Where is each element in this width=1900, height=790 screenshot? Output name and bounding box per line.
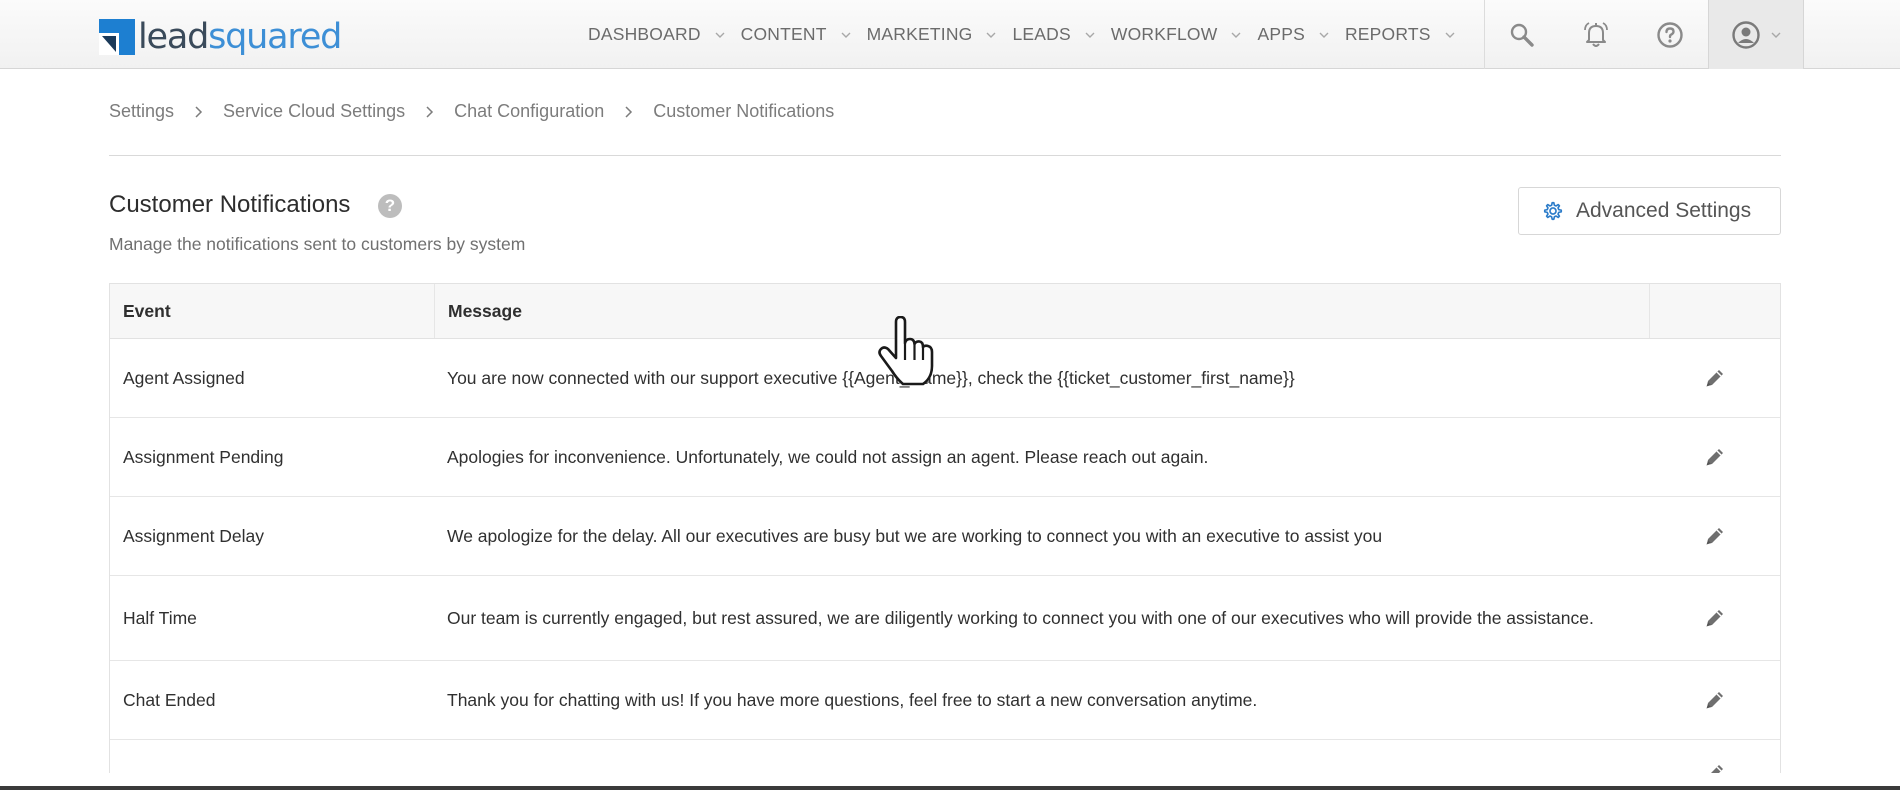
- logo-text-lead: lead: [138, 17, 209, 57]
- user-avatar-icon: [1732, 20, 1760, 49]
- help-icon: [1656, 21, 1683, 48]
- chevron-down-icon: [841, 32, 851, 38]
- message-cell: We apologize for the delay. All our exec…: [447, 526, 1383, 546]
- nav-label: APPS: [1257, 24, 1305, 44]
- chevron-down-icon: [1771, 32, 1781, 38]
- actions-cell: [1649, 661, 1780, 739]
- advanced-settings-button[interactable]: Advanced Settings: [1518, 187, 1781, 235]
- nav-leads[interactable]: LEADS: [1012, 0, 1095, 69]
- breadcrumb-service-cloud-settings[interactable]: Service Cloud Settings: [223, 101, 405, 122]
- notifications-button[interactable]: [1559, 0, 1633, 69]
- actions-cell: [1649, 740, 1780, 773]
- breadcrumb-settings[interactable]: Settings: [109, 101, 174, 122]
- pencil-icon: [1706, 370, 1723, 387]
- page-subtitle: Manage the notifications sent to custome…: [109, 234, 526, 254]
- window-bottom-edge: [0, 786, 1900, 790]
- nav-workflow[interactable]: WORKFLOW: [1111, 0, 1242, 69]
- table-row: [110, 740, 1780, 773]
- nav-marketing[interactable]: MARKETING: [867, 0, 997, 69]
- nav-label: LEADS: [1012, 24, 1071, 44]
- nav-label: WORKFLOW: [1110, 24, 1218, 44]
- chevron-down-icon: [1231, 32, 1241, 38]
- nav-dashboard[interactable]: DASHBOARD: [588, 0, 725, 69]
- message-cell: You are now connected with our support e…: [447, 368, 1295, 388]
- edit-button[interactable]: [1700, 603, 1730, 633]
- top-navigation-bar: leadsquared DASHBOARD CONTENT MARKETING …: [0, 0, 1900, 69]
- breadcrumb-chat-configuration[interactable]: Chat Configuration: [454, 101, 604, 122]
- chevron-down-icon: [1319, 32, 1329, 38]
- nav-label: DASHBOARD: [588, 24, 701, 44]
- event-cell: Assignment Delay: [123, 526, 265, 546]
- pencil-icon: [1710, 765, 1723, 773]
- table-row: Half Time Our team is currently engaged,…: [110, 576, 1780, 661]
- nav-label: MARKETING: [866, 24, 973, 44]
- edit-button[interactable]: [1700, 685, 1730, 715]
- breadcrumb-customer-notifications: Customer Notifications: [653, 101, 835, 121]
- table-row: Assignment Delay We apologize for the de…: [110, 497, 1780, 576]
- nav-content[interactable]: CONTENT: [741, 0, 851, 69]
- message-cell: [434, 740, 1649, 773]
- pencil-icon: [1706, 449, 1723, 466]
- edit-button[interactable]: [1700, 758, 1730, 773]
- chevron-down-icon: [1085, 32, 1095, 38]
- column-header-message: Message: [434, 284, 1649, 338]
- chevron-right-icon: [426, 105, 434, 118]
- message-cell: Our team is currently engaged, but rest …: [447, 608, 1594, 628]
- search-icon: [1510, 23, 1534, 47]
- logo-text-squared: squared: [208, 17, 342, 57]
- event-cell: Agent Assigned: [123, 368, 245, 388]
- table-row: Chat Ended Thank you for chatting with u…: [110, 661, 1780, 740]
- nav-reports[interactable]: REPORTS: [1345, 0, 1455, 69]
- leadsquared-logo[interactable]: leadsquared: [99, 17, 342, 57]
- table-header-row: Event Message: [110, 284, 1780, 339]
- table-row: Agent Assigned You are now connected wit…: [110, 339, 1780, 418]
- main-nav: DASHBOARD CONTENT MARKETING LEADS WORKFL…: [588, 0, 1471, 69]
- event-cell: Assignment Pending: [123, 447, 284, 467]
- edit-button[interactable]: [1700, 442, 1730, 472]
- actions-cell: [1649, 418, 1780, 496]
- table-row: Assignment Pending Apologies for inconve…: [110, 418, 1780, 497]
- actions-cell: [1649, 497, 1780, 575]
- search-button[interactable]: [1485, 0, 1559, 69]
- chevron-down-icon: [1445, 32, 1455, 38]
- pencil-icon: [1706, 528, 1723, 545]
- help-button[interactable]: [1633, 0, 1707, 69]
- breadcrumb: Settings Service Cloud Settings Chat Con…: [109, 101, 834, 122]
- column-header-actions: [1649, 284, 1780, 338]
- header-divider: [109, 155, 1781, 156]
- chevron-right-icon: [625, 105, 633, 118]
- user-menu-button[interactable]: [1708, 0, 1804, 69]
- event-cell: [110, 740, 434, 773]
- column-header-event: Event: [123, 300, 171, 321]
- notification-bell-icon: [1583, 21, 1608, 47]
- page-title: Customer Notifications: [109, 191, 351, 218]
- nav-label: CONTENT: [740, 24, 827, 44]
- leadsquared-logo-icon: [99, 19, 135, 55]
- event-cell: Half Time: [123, 608, 197, 628]
- help-badge-icon[interactable]: ?: [378, 194, 402, 218]
- pencil-icon: [1706, 692, 1723, 709]
- edit-button[interactable]: [1700, 521, 1730, 551]
- notifications-table: Event Message Agent Assigned You are now…: [109, 283, 1781, 773]
- chevron-right-icon: [195, 105, 203, 118]
- header-icon-group: [1484, 0, 1707, 69]
- event-cell: Chat Ended: [123, 690, 216, 710]
- actions-cell: [1649, 576, 1780, 660]
- nav-label: REPORTS: [1344, 24, 1431, 44]
- chevron-down-icon: [715, 32, 725, 38]
- message-cell: Apologies for inconvenience. Unfortunate…: [447, 447, 1209, 467]
- chevron-down-icon: [986, 32, 996, 38]
- pencil-icon: [1706, 610, 1723, 627]
- edit-button[interactable]: [1700, 363, 1730, 393]
- advanced-settings-label: Advanced Settings: [1576, 199, 1752, 222]
- gear-icon: [1543, 201, 1563, 221]
- actions-cell: [1649, 339, 1780, 417]
- message-cell: Thank you for chatting with us! If you h…: [447, 690, 1258, 710]
- logo-wordmark: leadsquared: [138, 17, 342, 57]
- nav-apps[interactable]: APPS: [1257, 0, 1329, 69]
